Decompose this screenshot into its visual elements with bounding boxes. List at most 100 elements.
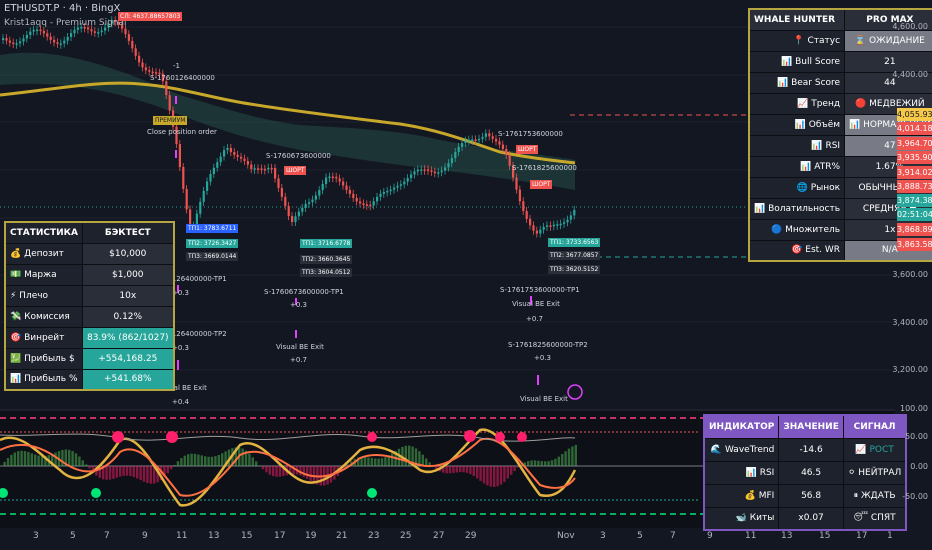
exit-label-4: S-1761753600000-TP1 xyxy=(500,286,580,294)
exit-label-3: S-1760673600000-TP1 xyxy=(264,288,344,296)
time-tick: 11 xyxy=(176,531,188,541)
whale-panel-title: WHALE HUNTER xyxy=(748,8,846,31)
order-id-1: S-1760126400000 xyxy=(150,74,215,82)
time-tick: 3 xyxy=(33,531,39,541)
tp1-label-b: ТП1: 3716.6778 xyxy=(300,239,353,248)
price-tag: 4,014.18 xyxy=(897,122,932,135)
whale-row: 📊 Bull Score 21 xyxy=(748,50,932,73)
stats-row-label: 💰 Депозит xyxy=(4,242,83,265)
short-label-2: ШОРТ xyxy=(516,145,539,154)
exit-value-3: +0.4 xyxy=(172,398,189,406)
time-tick: 13 xyxy=(781,531,793,541)
whale-row-label: 📈 Тренд xyxy=(748,92,846,115)
time-tick: 5 xyxy=(70,531,76,541)
whale-row-label: 📊 ATR% xyxy=(748,155,846,178)
order-id-3: S-1761753600000 xyxy=(498,130,563,138)
price-tick: 3,400.00 xyxy=(892,318,928,327)
tp3-label-b: ТП3: 3604.0512 xyxy=(300,268,353,277)
time-tick: 25 xyxy=(400,531,412,541)
exit-label-5: S-1761825600000-TP2 xyxy=(508,341,588,349)
price-tag: 3,874.38 xyxy=(897,194,932,207)
tp3-label-c: ТП3: 3620.5152 xyxy=(548,265,601,274)
price-tag: 3,863.58 xyxy=(897,238,932,251)
whale-row: 📍 Статус ⌛ ОЖИДАНИЕ xyxy=(748,29,932,52)
whale-row-label: 🌐 Рынок xyxy=(748,176,846,199)
stats-row: 💵 Маржа $1,000 xyxy=(4,263,175,286)
short-label-3: ШОРТ xyxy=(530,180,553,189)
stats-row-label: 💹 Прибыль $ xyxy=(4,347,83,370)
time-tick: 13 xyxy=(208,531,220,541)
indicator-name: 🌊 WaveTrend xyxy=(703,437,780,462)
time-tick: 5 xyxy=(637,531,643,541)
exit-value-6: +0.7 xyxy=(526,315,543,323)
time-tick: 27 xyxy=(433,531,445,541)
indicator-signal: 📈 РОСТ xyxy=(842,437,907,462)
stats-panel-mode: БЭКТЕСТ xyxy=(81,221,175,244)
time-tick: 7 xyxy=(670,531,676,541)
time-tick: 23 xyxy=(368,531,380,541)
symbol-header: ETHUSDT.P · 4h · BingX xyxy=(4,3,121,14)
exit-value-4: +0.3 xyxy=(290,301,307,309)
indicator-signal: ⏸ ЖДАТЬ xyxy=(842,483,907,508)
whale-row-value: ⌛ ОЖИДАНИЕ xyxy=(844,29,932,52)
price-tag: 3,868.89 xyxy=(897,223,932,236)
premium-label: ПРЕМИУМ xyxy=(153,116,188,125)
whale-row-label: 🔵 Множитель xyxy=(748,218,846,241)
indicator-row: 🐋 Киты x0.07 😴 СПЯТ xyxy=(703,506,907,531)
be-exit-3: Visual BE Exit xyxy=(512,300,560,308)
price-tag: 02:51:04 xyxy=(897,208,932,221)
indicator-name: 📊 RSI xyxy=(703,460,780,485)
stats-row: 💰 Депозит $10,000 xyxy=(4,242,175,265)
statistics-panel: СТАТИСТИКА БЭКТЕСТ 💰 Депозит $10,000 💵 Мар… xyxy=(4,221,175,391)
exit-value-5: +0.7 xyxy=(290,356,307,364)
indicator-signal: ⚪ НЕЙТРАЛ xyxy=(842,460,907,485)
stats-row: 💹 Прибыль $ +554,168.25 xyxy=(4,347,175,370)
indicator-name: 🐋 Киты xyxy=(703,506,780,531)
indicator-header[interactable]: Krist1aqq - Premium Signal xyxy=(4,18,127,28)
time-tick: 17 xyxy=(856,531,868,541)
time-tick: 9 xyxy=(142,531,148,541)
stats-row: 💸 Комиссия 0.12% xyxy=(4,305,175,328)
time-tick: 17 xyxy=(274,531,286,541)
price-tick: 100.00 xyxy=(900,404,928,413)
indicator-name: 💰 MFI xyxy=(703,483,780,508)
ind-header-value: ЗНАЧЕНИЕ xyxy=(778,414,844,439)
time-tick: 21 xyxy=(336,531,348,541)
short-label-1: ШОРТ xyxy=(284,166,307,175)
stats-row-value: $10,000 xyxy=(81,242,175,265)
indicator-panel: ИНДИКАТОР ЗНАЧЕНИЕ СИГНАЛ 🌊 WaveTrend -14… xyxy=(703,414,908,531)
indicator-signal: 😴 СПЯТ xyxy=(842,506,907,531)
stats-panel-title: СТАТИСТИКА xyxy=(4,221,83,244)
indicator-value: 56.8 xyxy=(778,483,844,508)
exit-value-7: +0.3 xyxy=(534,354,551,362)
tp1-label-a: ТП1: 3783.6711 xyxy=(186,224,239,233)
minus-one-marker: -1 xyxy=(173,62,180,70)
stats-row: ⚡ Плечо 10x xyxy=(4,284,175,307)
stats-row-label: 💵 Маржа xyxy=(4,263,83,286)
tp1-label-c: ТП1: 3733.6563 xyxy=(548,238,601,247)
time-tick: 29 xyxy=(465,531,477,541)
time-tick: 7 xyxy=(104,531,110,541)
time-tick: 3 xyxy=(600,531,606,541)
whale-row-label: 📊 Bull Score xyxy=(748,50,846,73)
price-tag: 3,888.73 xyxy=(897,180,932,193)
stats-row-value: 0.12% xyxy=(81,305,175,328)
tp2-label-b: ТП2: 3660.3645 xyxy=(300,255,353,264)
time-tick: 9 xyxy=(707,531,713,541)
whale-row-label: 📊 RSI xyxy=(748,134,846,157)
stats-row: 📊 Прибыль % +541.68% xyxy=(4,368,175,391)
indicator-row: 🌊 WaveTrend -14.6 📈 РОСТ xyxy=(703,437,907,462)
price-tag: 4,055.93 xyxy=(897,108,932,121)
price-tag: 3,914.02 xyxy=(897,166,932,179)
stats-row-value: +541.68% xyxy=(81,368,175,391)
indicator-row: 💰 MFI 56.8 ⏸ ЖДАТЬ xyxy=(703,483,907,508)
stats-row-value: +554,168.25 xyxy=(81,347,175,370)
time-tick: 15 xyxy=(819,531,831,541)
stats-row-value: 10x xyxy=(81,284,175,307)
price-tick: 3,600.00 xyxy=(892,270,928,279)
indicator-value: x0.07 xyxy=(778,506,844,531)
be-exit-2: Visual BE Exit xyxy=(276,343,324,351)
price-tick: 0.00 xyxy=(910,462,928,471)
ind-header-signal: СИГНАЛ xyxy=(842,414,907,439)
whale-row-label: 📊 Волатильность xyxy=(748,197,846,220)
